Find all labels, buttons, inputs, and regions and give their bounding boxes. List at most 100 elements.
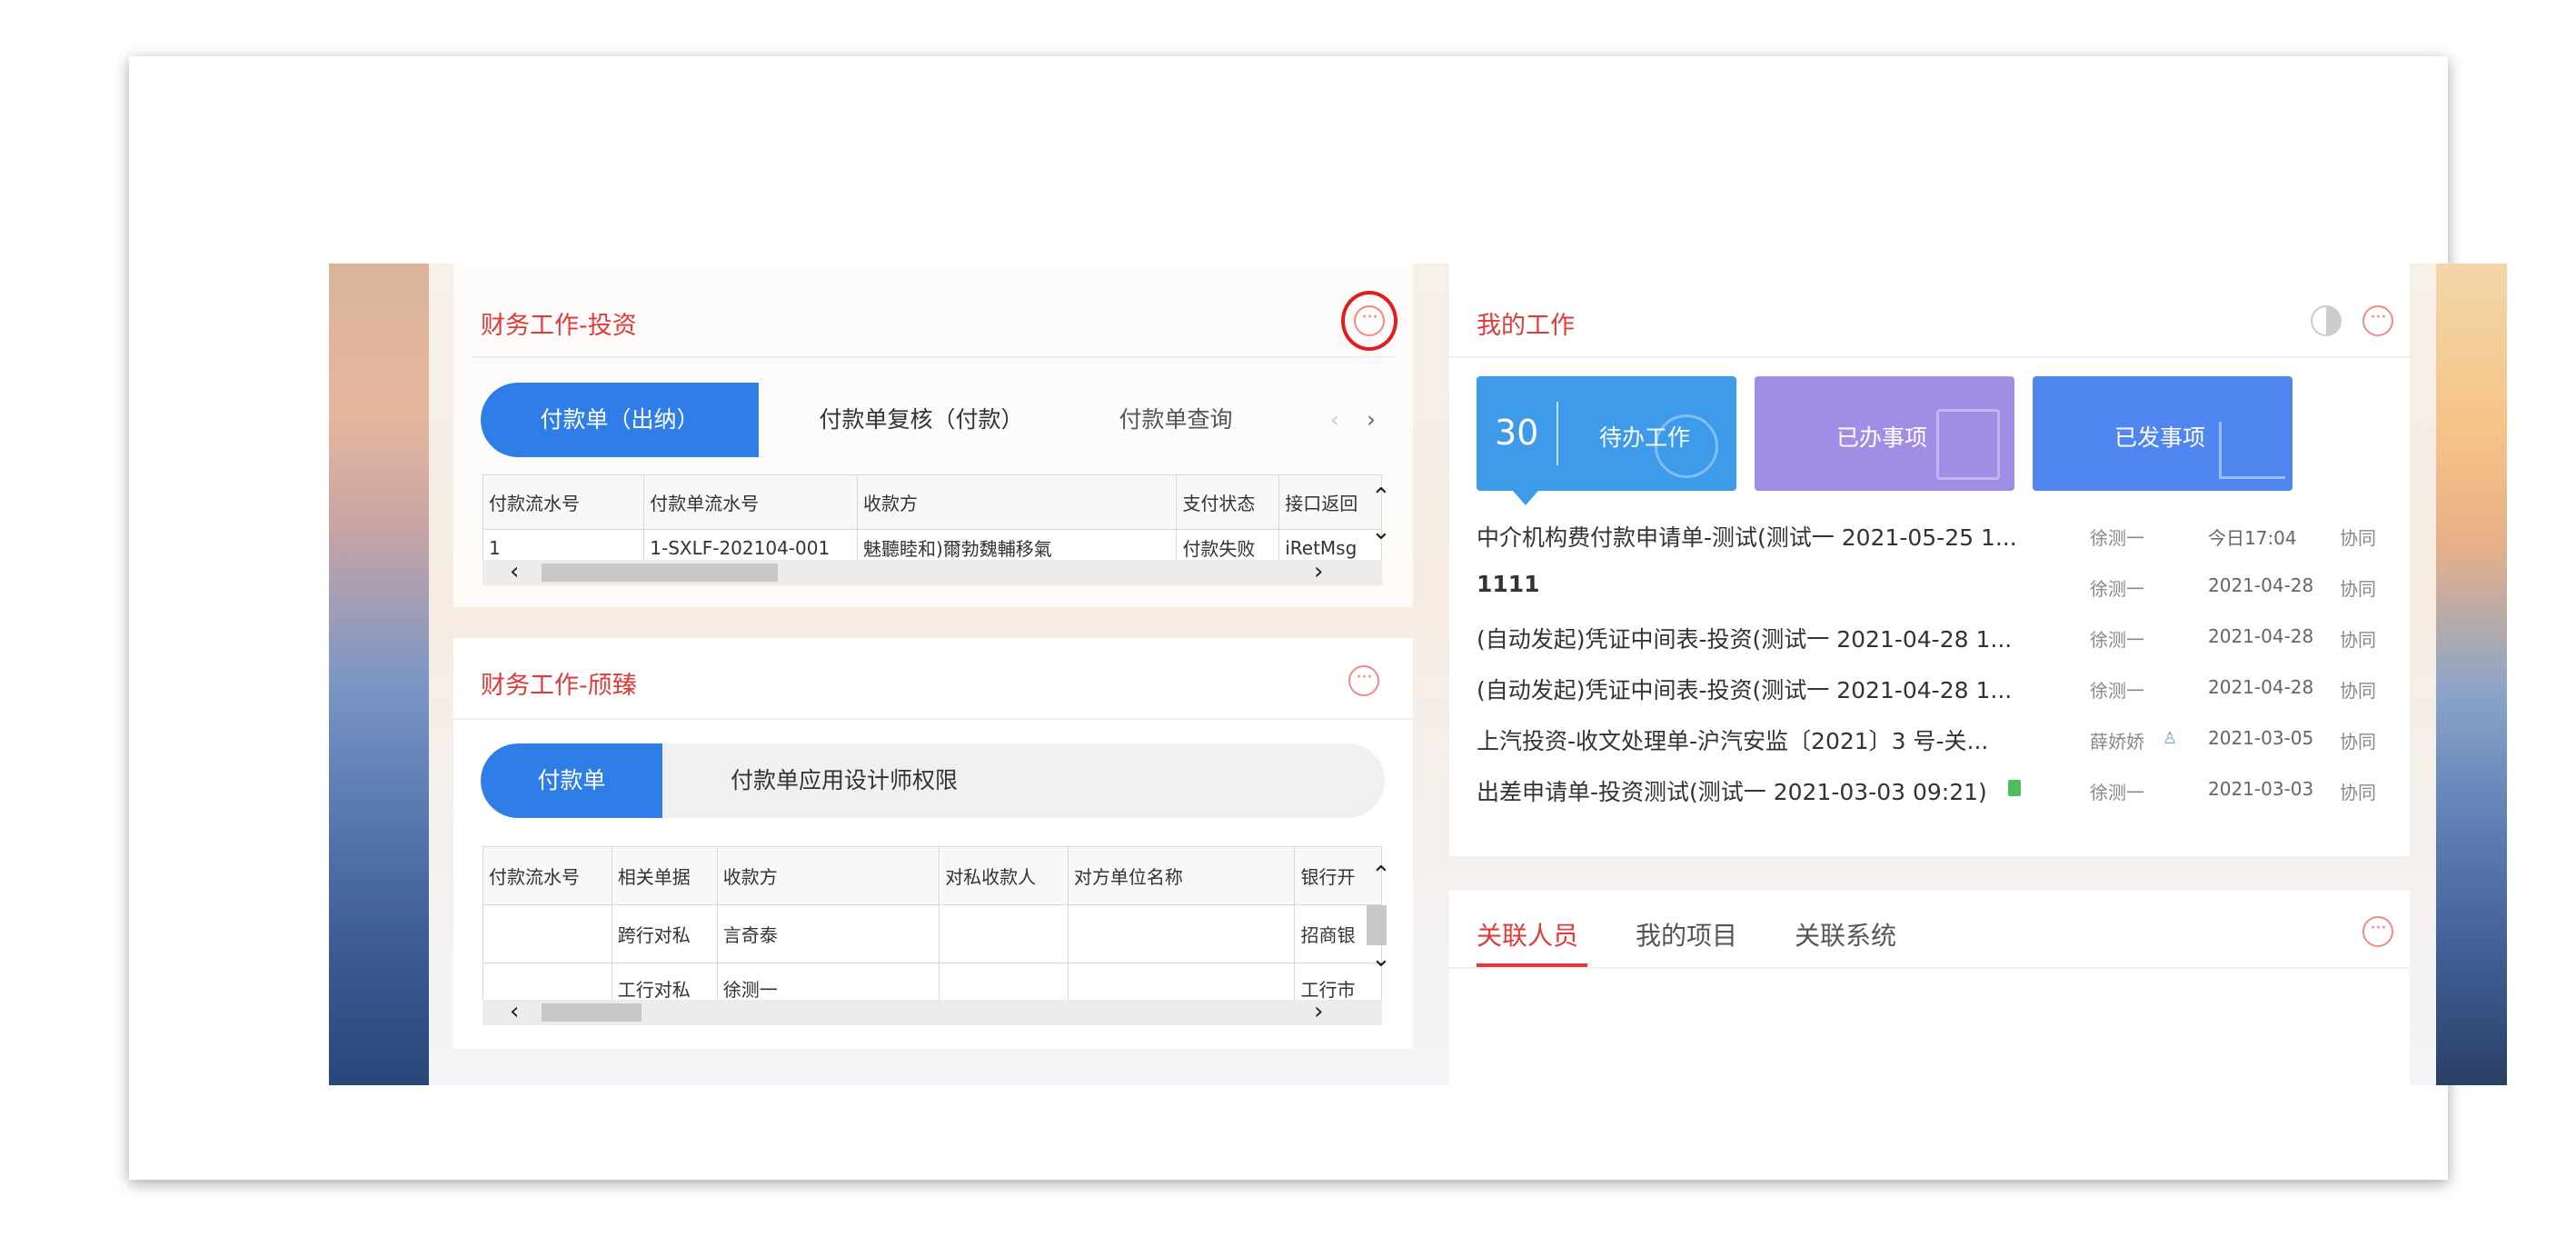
books-icon <box>1936 409 2000 480</box>
tab-next-icon[interactable]: › <box>1358 383 1385 457</box>
work-date: 今日17:04 <box>2208 527 2297 549</box>
tab-payment-cashier[interactable]: 付款单（出纳） <box>481 383 759 457</box>
work-title: (自动发起)凭证中间表-投资(测试一 2021-04-28 1... <box>1477 677 2013 703</box>
sent-tile[interactable]: 已发事项 <box>2033 376 2293 491</box>
work-type: 协同 <box>2340 578 2376 600</box>
horizontal-scrollbar[interactable]: ‹ › <box>482 560 1382 585</box>
user-icon: ♙ <box>2163 729 2178 748</box>
chart-icon <box>2219 422 2285 479</box>
work-title: 上汽投资-收文处理单-沪汽安监〔2021〕3 号-关... <box>1477 728 1989 754</box>
column-header: 相关单据 <box>611 846 718 905</box>
sent-label: 已发事项 <box>2114 424 2206 451</box>
table-row[interactable]: 跨行对私 言奇泰 招商银 <box>482 904 1382 963</box>
scrollbar-thumb[interactable] <box>542 564 778 582</box>
work-type: 协同 <box>2340 629 2376 651</box>
tab-my-projects[interactable]: 我的项目 <box>1636 916 1737 953</box>
more-icon[interactable]: ··· <box>1348 665 1379 696</box>
work-list-item[interactable]: 中介机构费付款申请单-测试(测试一 2021-05-25 1... 徐测一 今日… <box>1477 509 2382 556</box>
table-cell <box>1067 904 1296 963</box>
work-user: 薛娇娇 <box>2090 731 2144 753</box>
work-type: 协同 <box>2340 680 2376 702</box>
related-panel: 关联人员 我的项目 关联系统 ··· <box>1449 891 2410 1085</box>
work-title: 出差申请单-投资测试(测试一 2021-03-03 09:21) <box>1477 779 1987 805</box>
done-label: 已办事项 <box>1836 424 1928 451</box>
tab-payment-query[interactable]: 付款单查询 <box>1099 383 1253 457</box>
column-header: 支付状态 <box>1176 474 1280 530</box>
payment-table: 付款流水号 付款单流水号 收款方 支付状态 接口返回 1 1-SXLF-2021… <box>482 474 1382 566</box>
table-cell <box>939 904 1069 963</box>
work-user: 徐测一 <box>2090 578 2144 600</box>
work-date: 2021-04-28 <box>2208 574 2314 596</box>
work-user: 徐测一 <box>2090 680 2144 702</box>
scrollbar-thumb[interactable] <box>542 1003 642 1022</box>
work-list-item[interactable]: 1111 徐测一 2021-04-28 协同 <box>1477 560 2382 607</box>
horizontal-scrollbar[interactable]: ‹ › <box>482 1000 1382 1025</box>
background-landscape-left <box>329 264 429 1085</box>
tab-related-systems[interactable]: 关联系统 <box>1795 916 1896 953</box>
todo-count: 30 <box>1495 413 1539 453</box>
finance-quality-panel: 财务工作-颀臻 ··· 付款单 付款单应用设计师权限 付款流水号 相关单据 收款… <box>453 638 1413 1049</box>
column-header: 收款方 <box>856 474 1178 530</box>
more-icon[interactable]: ··· <box>1354 305 1385 336</box>
work-date: 2021-03-03 <box>2208 778 2314 800</box>
done-tile[interactable]: 已办事项 <box>1755 376 2014 491</box>
work-date: 2021-04-28 <box>2208 676 2314 698</box>
work-type: 协同 <box>2340 527 2376 549</box>
scroll-down-icon[interactable]: ⌄ <box>1371 520 1391 544</box>
portal-stage: 财务工作-投资 ··· 付款单（出纳） 付款单复核（付款） 付款单查询 ‹ › … <box>329 264 2507 1085</box>
tile-divider <box>1557 402 1558 465</box>
scroll-up-icon[interactable]: ⌃ <box>1371 485 1391 509</box>
panel-title: 我的工作 <box>1477 312 1575 340</box>
work-date: 2021-03-05 <box>2208 727 2314 749</box>
scroll-right-icon[interactable]: › <box>1314 1000 1323 1023</box>
screenshot-card: 财务工作-投资 ··· 付款单（出纳） 付款单复核（付款） 付款单查询 ‹ › … <box>129 56 2507 1180</box>
tab-payment-review[interactable]: 付款单复核（付款） <box>790 383 1053 457</box>
divider <box>453 718 1413 720</box>
table-cell: 跨行对私 <box>611 904 718 963</box>
divider <box>472 356 1395 358</box>
divider <box>1449 967 2410 969</box>
column-header: 付款流水号 <box>482 846 612 905</box>
theme-toggle-icon[interactable] <box>2311 305 2342 336</box>
finance-invest-panel: 财务工作-投资 ··· 付款单（出纳） 付款单复核（付款） 付款单查询 ‹ › … <box>453 264 1413 607</box>
scroll-left-icon[interactable]: ‹ <box>510 1000 519 1023</box>
scroll-right-icon[interactable]: › <box>1314 560 1323 584</box>
work-title: 中介机构费付款申请单-测试(测试一 2021-05-25 1... <box>1477 524 2017 551</box>
panel-title: 财务工作-投资 <box>481 312 637 340</box>
attachment-icon <box>2008 780 2021 796</box>
tab-payment[interactable]: 付款单 <box>481 743 662 818</box>
work-type: 协同 <box>2340 731 2376 753</box>
column-header: 收款方 <box>716 846 940 905</box>
column-header: 付款流水号 <box>482 474 645 530</box>
my-work-panel: 我的工作 ··· 30 待办工作 已办事项 已发事项 中介机构费付款申请单-测试… <box>1449 264 2410 856</box>
tab-payment-designer-permission[interactable]: 付款单应用设计师权限 <box>708 743 980 818</box>
work-date: 2021-04-28 <box>2208 625 2314 647</box>
work-list-item[interactable]: 出差申请单-投资测试(测试一 2021-03-03 09:21) 徐测一 202… <box>1477 763 2382 811</box>
background-landscape-right <box>2436 264 2507 1085</box>
work-list-item[interactable]: 上汽投资-收文处理单-沪汽安监〔2021〕3 号-关... 薛娇娇 ♙ 2021… <box>1477 713 2382 760</box>
divider <box>1449 356 2410 358</box>
vertical-scrollbar-thumb[interactable] <box>1367 905 1387 945</box>
panel-title: 财务工作-颀臻 <box>481 672 637 700</box>
globe-icon <box>1655 414 1718 478</box>
tab-related-people[interactable]: 关联人员 <box>1477 916 1578 953</box>
work-list-item[interactable]: (自动发起)凭证中间表-投资(测试一 2021-04-28 1... 徐测一 2… <box>1477 662 2382 709</box>
work-user: 徐测一 <box>2090 782 2144 803</box>
work-list-item[interactable]: (自动发起)凭证中间表-投资(测试一 2021-04-28 1... 徐测一 2… <box>1477 611 2382 658</box>
table-cell <box>482 904 612 963</box>
column-header: 接口返回 <box>1278 474 1382 530</box>
more-icon[interactable]: ··· <box>2362 305 2393 336</box>
scroll-left-icon[interactable]: ‹ <box>510 560 519 584</box>
tile-pointer <box>1513 491 1538 505</box>
work-title: (自动发起)凭证中间表-投资(测试一 2021-04-28 1... <box>1477 626 2013 653</box>
scroll-up-icon[interactable]: ⌃ <box>1371 863 1391 887</box>
column-header: 对方单位名称 <box>1067 846 1296 905</box>
todo-tile[interactable]: 30 待办工作 <box>1477 376 1736 505</box>
column-header: 对私收款人 <box>939 846 1069 905</box>
more-icon[interactable]: ··· <box>2362 916 2393 947</box>
scroll-down-icon[interactable]: ⌄ <box>1371 947 1391 971</box>
column-header: 付款单流水号 <box>643 474 858 530</box>
work-user: 徐测一 <box>2090 629 2144 651</box>
table-cell: 言奇泰 <box>716 904 940 963</box>
tab-prev-icon[interactable]: ‹ <box>1321 383 1348 457</box>
